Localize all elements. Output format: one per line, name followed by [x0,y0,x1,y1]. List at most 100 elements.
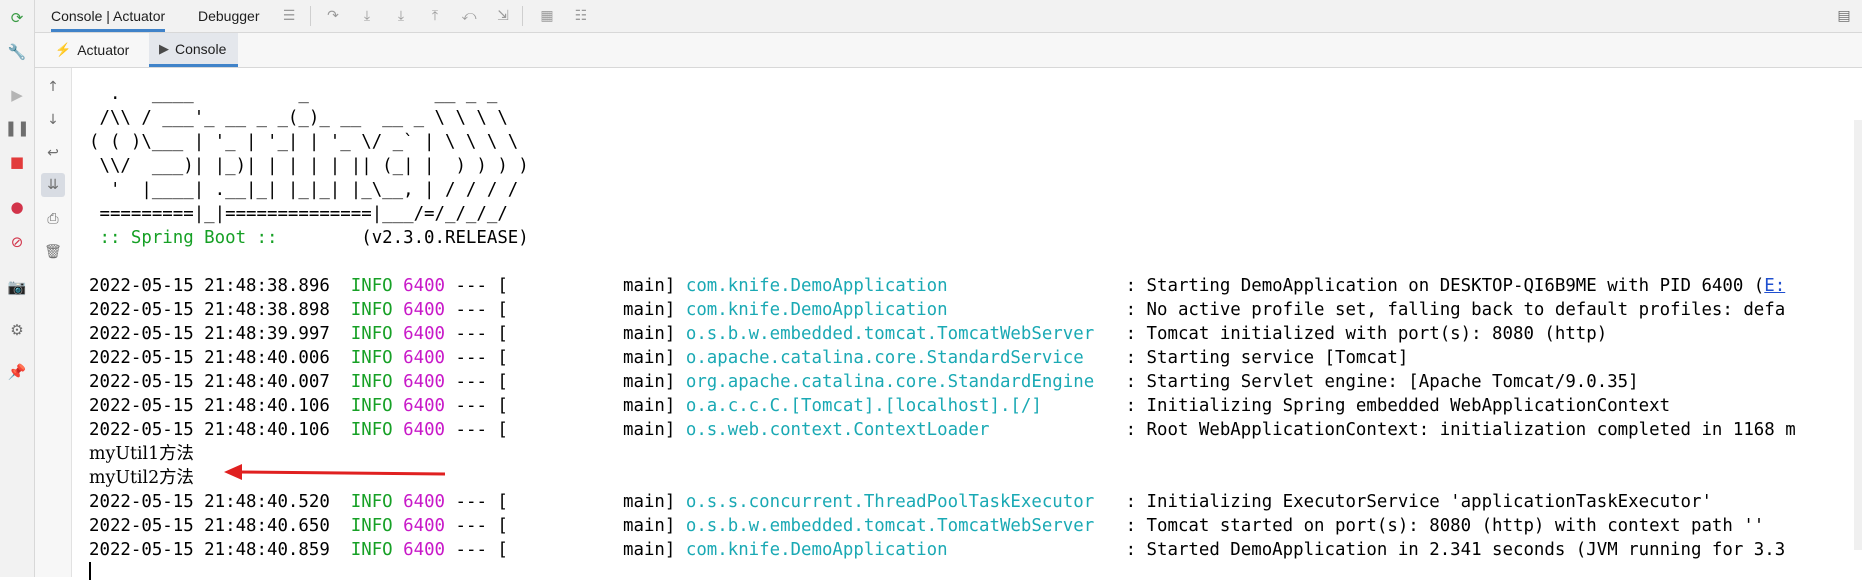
log-timestamp: 2022-05-15 21:48:40.006 [89,348,330,368]
log-timestamp: 2022-05-15 21:48:40.106 [89,396,330,416]
view-breakpoints-icon[interactable]: ● [7,197,27,217]
log-timestamp: 2022-05-15 21:48:40.007 [89,372,330,392]
log-level: INFO [350,300,393,320]
log-level: INFO [350,324,393,344]
log-message: : Starting DemoApplication on DESKTOP-QI… [1115,276,1765,296]
step-out-icon[interactable]: ⤒ [426,7,444,25]
log-thread: --- [ main] [445,348,686,368]
log-thread: --- [ main] [445,372,686,392]
vertical-scrollbar[interactable] [1854,120,1862,550]
layout-settings-icon[interactable]: ▤ [1835,7,1853,25]
log-pid: 6400 [403,516,446,536]
settings-wrench-icon[interactable]: 🔧 [7,42,27,62]
plain-output-line: myUtil2方法 [89,468,194,488]
trash-icon[interactable]: 🗑 [44,243,62,261]
log-logger: com.knife.DemoApplication [685,300,1116,320]
console-subtabs: ⚡ Actuator ▶ Console [35,33,1862,68]
log-line: 2022-05-15 21:48:38.896 INFO 6400 --- [ … [89,274,1785,298]
log-thread: --- [ main] [445,396,686,416]
log-line: 2022-05-15 21:48:40.106 INFO 6400 --- [ … [89,418,1796,442]
tab-debugger[interactable]: Debugger [198,0,260,32]
banner-line: \\/ ___)| |_)| | | | | || (_| | ) ) ) ) [89,156,529,176]
tab-console-actuator[interactable]: Console | Actuator [51,0,166,32]
scroll-to-end-icon[interactable]: ⇊ [41,173,65,197]
log-logger: o.s.s.concurrent.ThreadPoolTaskExecutor [685,492,1116,512]
log-message: : Tomcat started on port(s): 8080 (http)… [1115,516,1765,536]
log-pid: 6400 [403,492,446,512]
drop-frame-icon[interactable]: ⤺ [460,7,478,25]
pin-icon[interactable]: 📌 [7,362,27,382]
pause-icon[interactable]: ❚❚ [4,118,29,138]
force-step-into-icon[interactable]: ⤓ [392,7,410,25]
log-level: INFO [350,348,393,368]
stop-icon[interactable]: ■ [7,152,27,172]
toolbar-separator [522,6,523,26]
log-level: INFO [350,420,393,440]
log-logger: o.apache.catalina.core.StandardService [685,348,1116,368]
soft-wrap-icon[interactable]: ↩ [44,144,62,162]
gear-icon[interactable]: ⚙ [7,320,27,340]
annotation-arrow [224,464,446,480]
log-message: : Started DemoApplication in 2.341 secon… [1115,540,1786,560]
log-message: : Root WebApplicationContext: initializa… [1115,420,1796,440]
down-arrow-icon[interactable]: ↓ [44,111,62,129]
log-timestamp: 2022-05-15 21:48:40.106 [89,420,330,440]
toolbar-separator [310,6,311,26]
menu-lines-icon[interactable]: ☰ [280,7,298,25]
log-message: : Initializing ExecutorService 'applicat… [1115,492,1712,512]
up-arrow-icon[interactable]: ↑ [44,78,62,96]
mute-breakpoints-icon[interactable]: ⊘ [7,232,27,252]
log-logger: o.s.web.context.ContextLoader [685,420,1116,440]
log-level: INFO [350,276,393,296]
log-pid: 6400 [403,420,446,440]
log-thread: --- [ main] [445,492,686,512]
log-message: : Starting service [Tomcat] [1115,348,1409,368]
log-logger: com.knife.DemoApplication [685,276,1116,296]
log-thread: --- [ main] [445,516,686,536]
log-line: 2022-05-15 21:48:40.006 INFO 6400 --- [ … [89,346,1408,370]
log-timestamp: 2022-05-15 21:48:40.859 [89,540,330,560]
tab-actuator[interactable]: ⚡ Actuator [51,33,133,67]
actuator-icon: ⚡ [55,42,72,57]
log-pid: 6400 [403,540,446,560]
step-over-icon[interactable]: ↷ [324,7,342,25]
log-timestamp: 2022-05-15 21:48:38.896 [89,276,330,296]
rerun-icon[interactable]: ⟳ [7,8,27,28]
banner-line: =========|_|==============|___/=/_/_/_/ [89,204,508,224]
log-logger: o.s.b.w.embedded.tomcat.TomcatWebServer [685,324,1116,344]
log-level: INFO [350,516,393,536]
log-logger: o.a.c.c.C.[Tomcat].[localhost].[/] [685,396,1116,416]
plain-output-line: myUtil1方法 [89,444,194,464]
log-message: : No active profile set, falling back to… [1115,300,1786,320]
log-timestamp: 2022-05-15 21:48:40.650 [89,516,330,536]
banner-line: ' |____| .__|_| |_|_| |_\__, | / / / / [89,180,519,200]
console-output[interactable]: . ____ _ __ _ _ /\\ / ___'_ __ _ _(_)_ _… [89,72,1862,580]
log-level: INFO [350,396,393,416]
spring-boot-version: (v2.3.0.RELEASE) [287,228,529,248]
log-pid: 6400 [403,348,446,368]
camera-icon[interactable]: 📷 [7,277,27,297]
log-message: : Initializing Spring embedded WebApplic… [1115,396,1671,416]
banner-line: . ____ _ __ _ _ [89,84,498,104]
run-to-cursor-icon[interactable]: ⇲ [494,7,512,25]
log-message: : Starting Servlet engine: [Apache Tomca… [1115,372,1639,392]
log-line: 2022-05-15 21:48:40.650 INFO 6400 --- [ … [89,514,1764,538]
log-level: INFO [350,540,393,560]
print-icon[interactable]: ⎙ [44,210,62,228]
console-icon: ▶ [159,40,169,56]
tab-console[interactable]: ▶ Console [149,33,239,67]
log-line: 2022-05-15 21:48:40.007 INFO 6400 --- [ … [89,370,1639,394]
evaluate-table-icon[interactable]: ▦ [538,7,556,25]
step-into-icon[interactable]: ⤓ [358,7,376,25]
log-file-link[interactable]: E: [1764,276,1785,296]
resume-icon[interactable]: ▶ [7,85,27,105]
tab-actuator-label: Actuator [77,42,130,58]
log-timestamp: 2022-05-15 21:48:39.997 [89,324,330,344]
banner-version-line: :: Spring Boot :: (v2.3.0.RELEASE) [89,226,529,250]
spring-boot-label: :: Spring Boot :: [89,228,288,248]
trace-icon[interactable]: ☷ [572,7,590,25]
console-tool-column: ↑ ↓ ↩ ⇊ ⎙ 🗑 [35,68,72,577]
log-pid: 6400 [403,300,446,320]
log-thread: --- [ main] [445,324,686,344]
log-logger: o.s.b.w.embedded.tomcat.TomcatWebServer [685,516,1116,536]
